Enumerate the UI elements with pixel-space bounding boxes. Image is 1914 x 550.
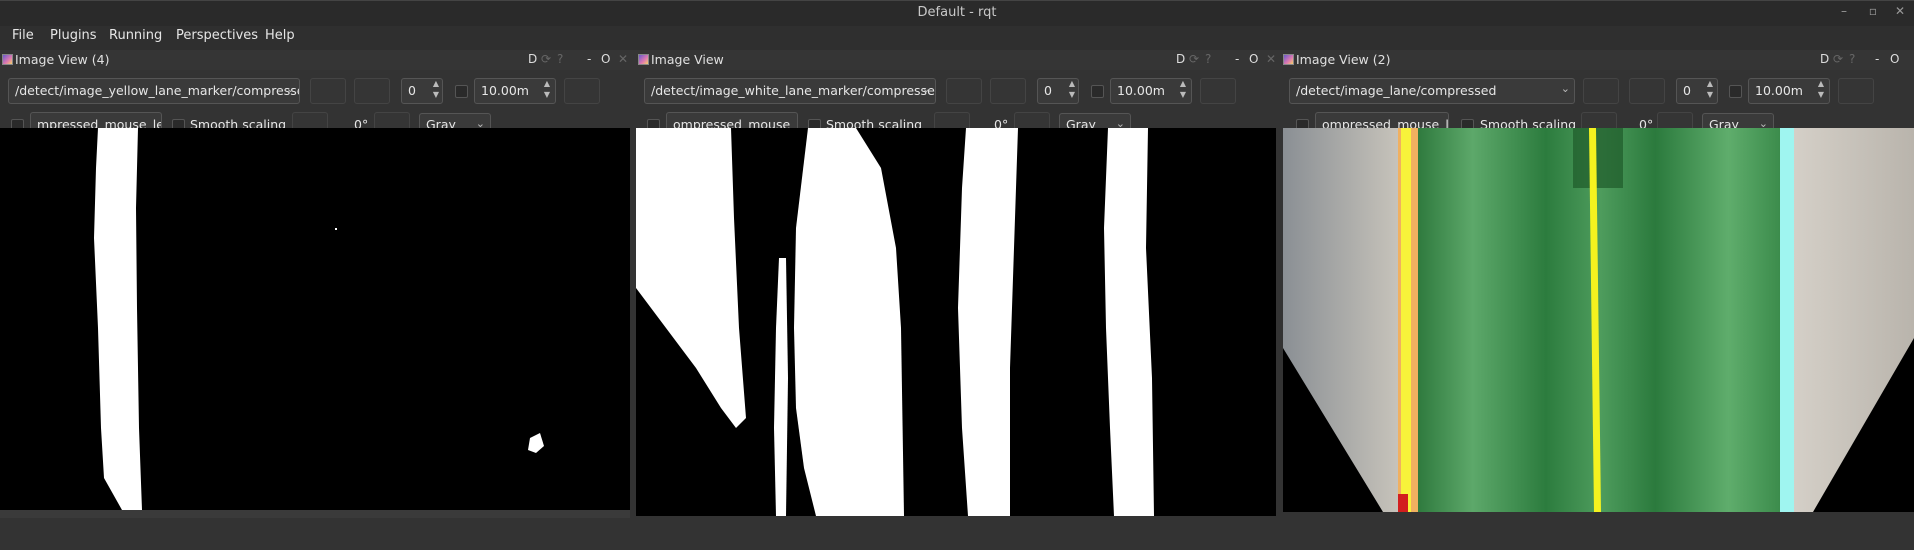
topic-value: /detect/image_lane/compressed [1296, 83, 1497, 98]
menu-plugins[interactable]: Plugins [50, 28, 97, 43]
menu-running[interactable]: Running [109, 28, 162, 43]
topic-value: /detect/image_yellow_lane_marker/compres… [15, 83, 300, 98]
close-icon[interactable]: ✕ [1891, 4, 1909, 22]
help-icon[interactable]: ? [557, 52, 563, 66]
panel-title: Image View [651, 52, 724, 67]
reload-icon[interactable]: ⟳ [541, 52, 551, 66]
menu-help[interactable]: Help [265, 28, 295, 43]
spin-arrows-icon[interactable]: ▲ ▼ [1703, 78, 1717, 104]
image-view-icon [2, 54, 13, 65]
spin-arrows-icon[interactable]: ▲ ▼ [540, 78, 554, 104]
image-display[interactable] [1283, 128, 1914, 512]
yellow-lane-mask-image [0, 128, 630, 510]
dock-button[interactable]: D [528, 52, 537, 66]
reload-icon[interactable]: ⟳ [1189, 52, 1199, 66]
close-panel-icon[interactable]: ✕ [1266, 52, 1276, 66]
zoom-fit-button[interactable] [1629, 78, 1665, 104]
minimize-panel-button[interactable]: - [587, 52, 591, 66]
lane-detection-image [1283, 128, 1914, 512]
spin-arrows-icon[interactable]: ▲ ▼ [429, 78, 443, 104]
refresh-topics-button[interactable] [310, 78, 346, 104]
spin-arrows-icon[interactable]: ▲ ▼ [1176, 78, 1190, 104]
zoom-fit-button[interactable] [354, 78, 390, 104]
enable-checkbox[interactable] [1729, 85, 1742, 98]
image-display[interactable] [636, 128, 1276, 516]
chevron-down-icon: ⌄ [285, 82, 295, 95]
float-panel-button[interactable]: O [601, 52, 610, 66]
help-icon[interactable]: ? [1205, 52, 1211, 66]
horizontal-scrollbar[interactable] [0, 510, 630, 518]
panel-title-bar: Image View D ⟳ ? - O ✕ [636, 50, 1281, 70]
zoom-fit-button[interactable] [990, 78, 1026, 104]
menu-file[interactable]: File [12, 28, 34, 43]
image-view-panel-3: Image View (2) D ⟳ ? - O /detect/image_l… [1281, 50, 1914, 550]
dock-button[interactable]: D [1176, 52, 1185, 66]
image-view-icon [1283, 54, 1294, 65]
panel-title: Image View (2) [1296, 52, 1391, 67]
image-view-panel-1: Image View (4) D ⟳ ? - O ✕ /detect/image… [0, 50, 636, 550]
minimize-icon[interactable]: – [1835, 4, 1853, 22]
save-image-button[interactable] [1838, 78, 1874, 104]
enable-checkbox[interactable] [1091, 85, 1104, 98]
help-icon[interactable]: ? [1849, 52, 1855, 66]
save-image-button[interactable] [564, 78, 600, 104]
save-image-button[interactable] [1200, 78, 1236, 104]
dock-button[interactable]: D [1820, 52, 1829, 66]
reload-icon[interactable]: ⟳ [1833, 52, 1843, 66]
topic-select[interactable]: /detect/image_white_lane_marker/compress… [644, 78, 936, 104]
refresh-topics-button[interactable] [946, 78, 982, 104]
spin-arrows-icon[interactable]: ▲ ▼ [1814, 78, 1828, 104]
enable-checkbox[interactable] [455, 85, 468, 98]
minimize-panel-button[interactable]: - [1875, 52, 1879, 66]
image-display[interactable] [0, 128, 630, 510]
menu-bar: File Plugins Running Perspectives Help [0, 26, 1914, 48]
image-view-panel-2: Image View D ⟳ ? - O ✕ /detect/image_whi… [636, 50, 1281, 550]
title-bar: Default - rqt – ▫ ✕ [0, 0, 1914, 26]
white-lane-mask-image [636, 128, 1276, 516]
close-panel-icon[interactable]: ✕ [618, 52, 628, 66]
window-title: Default - rqt [917, 5, 997, 20]
image-view-icon [638, 54, 649, 65]
chevron-down-icon: ⌄ [921, 82, 931, 95]
chevron-down-icon: ⌄ [1560, 82, 1570, 95]
minimize-panel-button[interactable]: - [1235, 52, 1239, 66]
panel-title-bar: Image View (2) D ⟳ ? - O [1281, 50, 1914, 70]
float-panel-button[interactable]: O [1890, 52, 1899, 66]
menu-perspectives[interactable]: Perspectives [176, 28, 258, 43]
refresh-topics-button[interactable] [1583, 78, 1619, 104]
topic-select[interactable]: /detect/image_yellow_lane_marker/compres… [8, 78, 300, 104]
topic-select[interactable]: /detect/image_lane/compressed ⌄ [1289, 78, 1575, 104]
panel-title-bar: Image View (4) D ⟳ ? - O ✕ [0, 50, 636, 70]
topic-value: /detect/image_white_lane_marker/compress… [651, 83, 936, 98]
spin-arrows-icon[interactable]: ▲ ▼ [1065, 78, 1079, 104]
float-panel-button[interactable]: O [1249, 52, 1258, 66]
restore-icon[interactable]: ▫ [1864, 4, 1882, 22]
panel-title: Image View (4) [15, 52, 110, 67]
